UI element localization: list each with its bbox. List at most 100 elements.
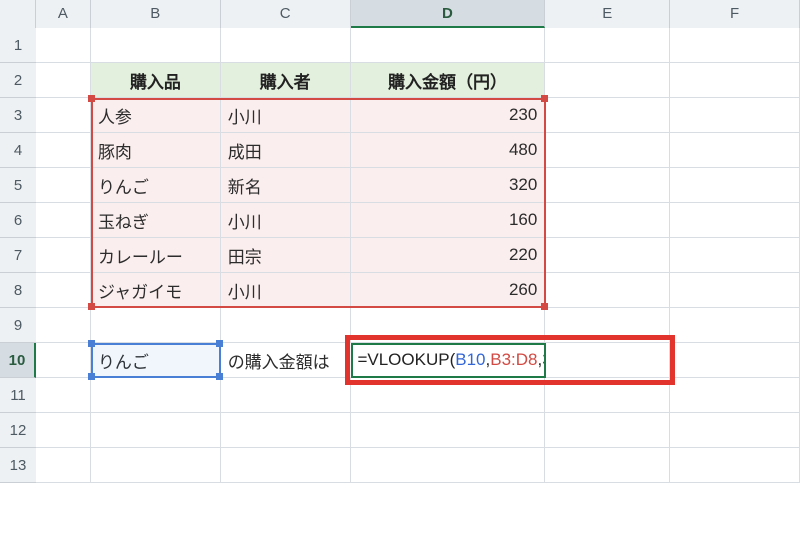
col-header-F[interactable]: F	[670, 0, 800, 28]
row-header-8[interactable]: 8	[0, 273, 36, 308]
cell-D4[interactable]: 480	[351, 133, 546, 168]
cell-E13[interactable]	[545, 448, 670, 483]
cell-F10[interactable]	[670, 343, 800, 378]
cell-C11[interactable]	[221, 378, 351, 413]
cell-B13[interactable]	[91, 448, 221, 483]
col-header-D[interactable]: D	[351, 0, 546, 28]
cell-C12[interactable]	[221, 413, 351, 448]
cell-E12[interactable]	[545, 413, 670, 448]
row-header-5[interactable]: 5	[0, 168, 36, 203]
cell-B9[interactable]	[91, 308, 221, 343]
cell-A12[interactable]	[36, 413, 91, 448]
cell-B2-header[interactable]: 購入品	[91, 63, 221, 98]
ref-handle[interactable]	[216, 373, 223, 380]
ref-handle[interactable]	[88, 373, 95, 380]
cell-D12[interactable]	[351, 413, 546, 448]
range-handle[interactable]	[541, 303, 548, 310]
cell-A2[interactable]	[36, 63, 91, 98]
cell-E9[interactable]	[545, 308, 670, 343]
cell-A5[interactable]	[36, 168, 91, 203]
cell-C6[interactable]: 小川	[221, 203, 351, 238]
ref-handle[interactable]	[216, 340, 223, 347]
range-handle[interactable]	[88, 303, 95, 310]
cell-E1[interactable]	[545, 28, 670, 63]
cell-F7[interactable]	[670, 238, 800, 273]
cell-F11[interactable]	[670, 378, 800, 413]
cell-B5[interactable]: りんご	[91, 168, 221, 203]
cell-A7[interactable]	[36, 238, 91, 273]
col-header-A[interactable]: A	[36, 0, 91, 28]
range-handle[interactable]	[88, 95, 95, 102]
cell-C2-header[interactable]: 購入者	[221, 63, 351, 98]
row-header-1[interactable]: 1	[0, 28, 36, 63]
cell-E7[interactable]	[545, 238, 670, 273]
cell-F3[interactable]	[670, 98, 800, 133]
cell-B12[interactable]	[91, 413, 221, 448]
cell-D7[interactable]: 220	[351, 238, 546, 273]
cell-C10[interactable]: の購入金額は	[221, 343, 351, 378]
cell-E3[interactable]	[545, 98, 670, 133]
cell-F6[interactable]	[670, 203, 800, 238]
row-header-9[interactable]: 9	[0, 308, 36, 343]
cell-A9[interactable]	[36, 308, 91, 343]
cell-B4[interactable]: 豚肉	[91, 133, 221, 168]
cell-A10[interactable]	[36, 343, 91, 378]
row-header-10[interactable]: 10	[0, 343, 36, 378]
cell-B1[interactable]	[91, 28, 221, 63]
cell-E5[interactable]	[545, 168, 670, 203]
row-header-3[interactable]: 3	[0, 98, 36, 133]
cell-D3[interactable]: 230	[351, 98, 546, 133]
cell-F12[interactable]	[670, 413, 800, 448]
col-header-C[interactable]: C	[221, 0, 351, 28]
cell-D8[interactable]: 260	[351, 273, 546, 308]
row-header-12[interactable]: 12	[0, 413, 36, 448]
cell-B11[interactable]	[91, 378, 221, 413]
range-handle[interactable]	[541, 95, 548, 102]
cell-E8[interactable]	[545, 273, 670, 308]
cell-C13[interactable]	[221, 448, 351, 483]
cell-D13[interactable]	[351, 448, 546, 483]
cell-A3[interactable]	[36, 98, 91, 133]
cell-E10[interactable]	[545, 343, 670, 378]
cell-D1[interactable]	[351, 28, 546, 63]
cell-B7[interactable]: カレールー	[91, 238, 221, 273]
cell-C1[interactable]	[221, 28, 351, 63]
row-header-6[interactable]: 6	[0, 203, 36, 238]
cell-F2[interactable]	[670, 63, 800, 98]
ref-handle[interactable]	[88, 340, 95, 347]
row-header-13[interactable]: 13	[0, 448, 36, 483]
cell-B3[interactable]: 人参	[91, 98, 221, 133]
cell-F13[interactable]	[670, 448, 800, 483]
cell-D9[interactable]	[351, 308, 546, 343]
cell-C9[interactable]	[221, 308, 351, 343]
cell-B10[interactable]: りんご	[91, 343, 221, 378]
cell-A1[interactable]	[36, 28, 91, 63]
cell-D5[interactable]: 320	[351, 168, 546, 203]
cell-A8[interactable]	[36, 273, 91, 308]
cell-F5[interactable]	[670, 168, 800, 203]
cell-D2-header[interactable]: 購入金額（円）	[351, 63, 546, 98]
cell-E4[interactable]	[545, 133, 670, 168]
cell-B6[interactable]: 玉ねぎ	[91, 203, 221, 238]
cell-C3[interactable]: 小川	[221, 98, 351, 133]
cell-E6[interactable]	[545, 203, 670, 238]
spreadsheet-viewport[interactable]: A B C D E F 1 2 3 4 5 6 7 8 9 10 11 12 1…	[0, 0, 800, 539]
col-header-B[interactable]: B	[91, 0, 221, 28]
cell-D11[interactable]	[351, 378, 546, 413]
row-header-11[interactable]: 11	[0, 378, 36, 413]
cell-C7[interactable]: 田宗	[221, 238, 351, 273]
cell-D6[interactable]: 160	[351, 203, 546, 238]
cell-E2[interactable]	[545, 63, 670, 98]
cell-C5[interactable]: 新名	[221, 168, 351, 203]
cell-A13[interactable]	[36, 448, 91, 483]
cell-E11[interactable]	[545, 378, 670, 413]
col-header-E[interactable]: E	[545, 0, 670, 28]
cell-A6[interactable]	[36, 203, 91, 238]
cell-A4[interactable]	[36, 133, 91, 168]
cell-F8[interactable]	[670, 273, 800, 308]
row-header-4[interactable]: 4	[0, 133, 36, 168]
row-header-2[interactable]: 2	[0, 63, 36, 98]
cell-B8[interactable]: ジャガイモ	[91, 273, 221, 308]
cell-C8[interactable]: 小川	[221, 273, 351, 308]
cell-F4[interactable]	[670, 133, 800, 168]
